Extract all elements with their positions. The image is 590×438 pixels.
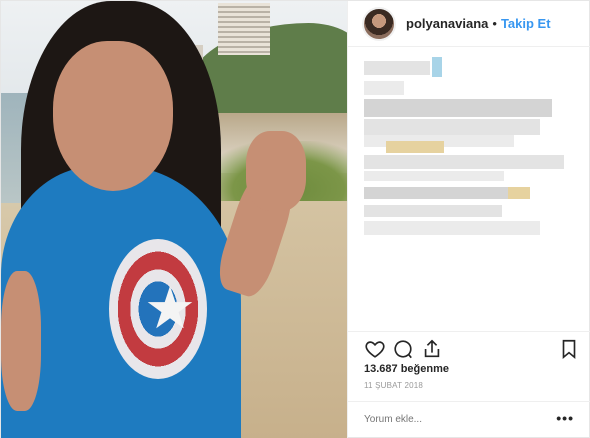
instagram-post: ★ polyanaviana • Takip Et 13.687 beğenme… bbox=[0, 0, 590, 438]
post-photo[interactable]: ★ bbox=[1, 1, 347, 438]
photo-face bbox=[53, 41, 173, 191]
blurred-text bbox=[364, 187, 524, 199]
post-header: polyanaviana • Takip Et bbox=[348, 1, 590, 47]
blurred-text bbox=[364, 61, 430, 75]
comment-icon[interactable] bbox=[392, 338, 414, 360]
blurred-text bbox=[364, 99, 552, 117]
photo-left-arm bbox=[1, 271, 41, 411]
blurred-text bbox=[364, 205, 502, 217]
action-bar bbox=[348, 331, 590, 365]
blurred-caption bbox=[364, 55, 578, 245]
blurred-emoji bbox=[386, 141, 444, 153]
blurred-text bbox=[364, 81, 404, 95]
blurred-emoji bbox=[508, 187, 530, 199]
bookmark-icon[interactable] bbox=[558, 338, 580, 360]
blurred-text bbox=[364, 171, 504, 181]
blurred-text bbox=[364, 155, 564, 169]
comment-input[interactable] bbox=[364, 414, 544, 425]
username-link[interactable]: polyanaviana bbox=[406, 16, 488, 31]
blurred-text bbox=[364, 119, 540, 135]
more-options-button[interactable]: ••• bbox=[556, 410, 574, 426]
follow-button[interactable]: Takip Et bbox=[501, 16, 551, 31]
blurred-emoji bbox=[432, 57, 442, 77]
post-date[interactable]: 11 ŞUBAT 2018 bbox=[364, 381, 423, 390]
like-count[interactable]: 13.687 beğenme bbox=[364, 363, 449, 375]
post-side-panel: polyanaviana • Takip Et 13.687 beğenme 1… bbox=[347, 1, 590, 438]
heart-icon[interactable] bbox=[364, 338, 386, 360]
blurred-text bbox=[364, 221, 540, 235]
comment-bar: ••• bbox=[348, 401, 590, 438]
photo-peace-hand bbox=[246, 131, 306, 211]
photo-building bbox=[218, 3, 270, 55]
star-icon: ★ bbox=[144, 274, 196, 342]
separator-dot: • bbox=[492, 16, 497, 31]
share-icon[interactable] bbox=[421, 338, 443, 360]
avatar[interactable] bbox=[362, 6, 396, 41]
